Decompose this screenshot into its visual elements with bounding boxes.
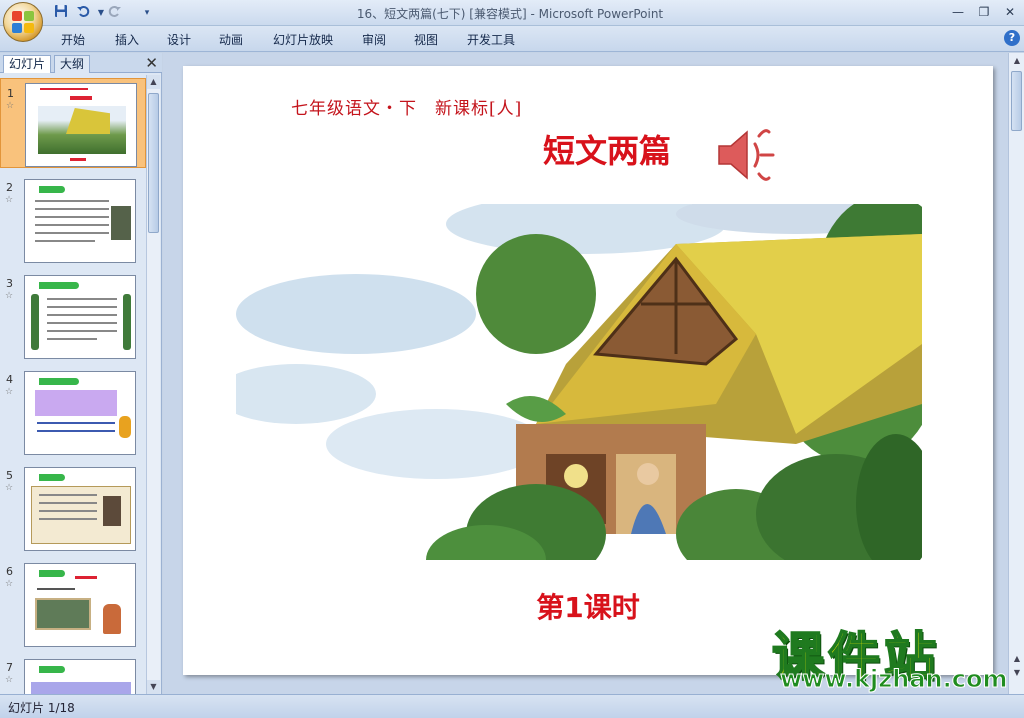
slide-number: 7: [6, 661, 13, 674]
panel-tabs: 幻灯片 大纲 ✕: [0, 53, 162, 73]
scrollbar-thumb[interactable]: [1011, 71, 1022, 131]
slide-canvas[interactable]: 七年级语文・下 新课标[人] 短文两篇 第1课时: [183, 66, 993, 675]
thumbnail-image: [24, 275, 136, 359]
tab-review[interactable]: 审阅: [362, 31, 386, 48]
tab-slides[interactable]: 幻灯片: [3, 55, 52, 73]
slide-number: 6: [6, 565, 13, 578]
scrollbar-thumb[interactable]: [148, 93, 159, 233]
watermark-url: www.kjzhan.com: [779, 665, 1008, 694]
slide-thumbnail[interactable]: 5 ☆: [0, 461, 146, 551]
animation-icon: ☆: [5, 675, 14, 685]
previous-slide-icon[interactable]: ▲: [1011, 653, 1023, 665]
slide-number: 3: [6, 277, 13, 290]
scroll-down-icon[interactable]: ▼: [147, 680, 160, 694]
slide-thumbnail[interactable]: 1 ☆: [0, 78, 146, 168]
slide-thumbnail[interactable]: 3 ☆: [0, 269, 146, 359]
animation-icon: ☆: [5, 195, 14, 205]
slide-number: 2: [6, 181, 13, 194]
tab-outline[interactable]: 大纲: [54, 55, 91, 73]
watermark-logo: 课件站 www.kjzhan.com: [771, 615, 1012, 695]
office-logo-icon: [12, 11, 34, 33]
slide-number: 4: [6, 373, 13, 386]
undo-icon[interactable]: [74, 4, 92, 22]
slides-panel: 幻灯片 大纲 ✕ 1 ☆ 2 ☆ 3 ☆ 4 ☆ 5 ☆ 6 ☆ 7 ☆ ▲ ▼: [0, 53, 162, 694]
status-bar: 幻灯片 1/18: [0, 694, 1024, 718]
thumbnail-list: 1 ☆ 2 ☆ 3 ☆ 4 ☆ 5 ☆ 6 ☆ 7 ☆: [0, 75, 146, 694]
animation-icon: ☆: [5, 483, 14, 493]
ribbon-tabs: 开始 插入 设计 动画 幻灯片放映 审阅 视图 开发工具 ?: [0, 26, 1024, 52]
slide-thumbnail[interactable]: 4 ☆: [0, 365, 146, 455]
speaker-icon[interactable]: [713, 124, 777, 186]
thumbnail-image: [24, 467, 136, 551]
tab-view[interactable]: 视图: [414, 31, 438, 48]
editor-scrollbar[interactable]: ▲ ▲ ▼: [1008, 53, 1024, 694]
slide-editor: 七年级语文・下 新课标[人] 短文两篇 第1课时: [163, 53, 1008, 694]
slide-number: 5: [6, 469, 13, 482]
animation-icon: ☆: [5, 579, 14, 589]
window-title: 16、短文两篇(七下) [兼容模式] - Microsoft PowerPoin…: [356, 7, 664, 21]
thumbnail-image: [25, 83, 137, 167]
next-slide-icon[interactable]: ▼: [1011, 667, 1023, 679]
office-button[interactable]: [3, 2, 43, 42]
scroll-up-icon[interactable]: ▲: [147, 75, 160, 89]
slide-thumbnail[interactable]: 6 ☆: [0, 557, 146, 647]
slide-number: 1: [7, 87, 14, 100]
thumbnail-image: [24, 659, 136, 694]
cottage-illustration[interactable]: [236, 204, 922, 560]
tab-insert[interactable]: 插入: [115, 31, 139, 48]
redo-icon[interactable]: [106, 4, 124, 22]
thumbnail-image: [24, 371, 136, 455]
slide-title[interactable]: 短文两篇: [543, 126, 671, 172]
tab-animations[interactable]: 动画: [219, 31, 243, 48]
slide-thumbnail[interactable]: 7 ☆: [0, 653, 146, 694]
title-bar: ▼ ▾ 16、短文两篇(七下) [兼容模式] - Microsoft Power…: [0, 0, 1024, 42]
help-icon[interactable]: ?: [1004, 30, 1020, 46]
slide-counter: 幻灯片 1/18: [8, 701, 75, 715]
tab-slideshow[interactable]: 幻灯片放映: [273, 31, 333, 48]
thumbnail-scrollbar[interactable]: ▲ ▼: [146, 75, 160, 694]
animation-icon: ☆: [6, 101, 15, 111]
thumbnail-image: [24, 563, 136, 647]
maximize-icon[interactable]: ❐: [972, 3, 996, 21]
tab-design[interactable]: 设计: [167, 31, 191, 48]
tab-developer[interactable]: 开发工具: [467, 31, 515, 48]
animation-icon: ☆: [5, 387, 14, 397]
thumbnail-image: [24, 179, 136, 263]
panel-close-icon[interactable]: ✕: [145, 54, 158, 72]
save-icon[interactable]: [52, 4, 70, 22]
close-icon[interactable]: ✕: [998, 3, 1022, 21]
scroll-up-icon[interactable]: ▲: [1011, 55, 1023, 67]
tab-home[interactable]: 开始: [61, 31, 85, 48]
minimize-icon[interactable]: —: [946, 3, 970, 21]
customize-icon[interactable]: ▾: [138, 4, 156, 22]
animation-icon: ☆: [5, 291, 14, 301]
slide-subtitle[interactable]: 七年级语文・下 新课标[人]: [291, 94, 522, 119]
slide-thumbnail[interactable]: 2 ☆: [0, 173, 146, 263]
